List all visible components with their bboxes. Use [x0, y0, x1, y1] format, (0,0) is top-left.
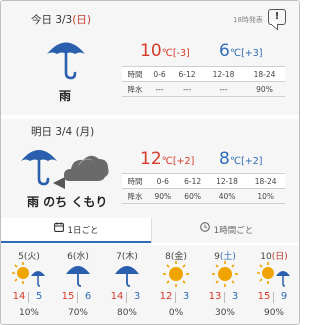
time-label: 時間 — [122, 173, 148, 189]
high-temp: 10℃[-3] — [140, 41, 190, 61]
period: 0-6 — [148, 66, 172, 82]
day-high: 14 — [110, 291, 124, 302]
day-card[interactable]: 10(日) 15 9 90% — [250, 245, 298, 324]
day-rain-chance: 80% — [116, 308, 137, 318]
calendar-icon — [53, 218, 64, 243]
day-rain-chance: 10% — [18, 308, 39, 318]
weekly-forecast: 5(火) 14 5 10% 6(水) 15 6 70% 7(木) 14 3 80… — [1, 245, 299, 324]
tomorrow-date: 明日 3/4 (月) — [31, 126, 95, 138]
rain-label: 降水 — [122, 81, 148, 97]
day-rain-chance: 30% — [214, 308, 235, 318]
umbrella-icon — [109, 260, 145, 292]
divider — [28, 292, 29, 303]
sun-umbrella-icon — [11, 260, 47, 292]
day-low: 3 — [231, 291, 239, 302]
day-high: 13 — [208, 291, 222, 302]
today-date: 今日 3/3(日) — [31, 14, 91, 26]
sun-icon — [207, 260, 243, 292]
divider — [77, 292, 78, 303]
rain-chance: --- — [148, 81, 172, 97]
divider — [273, 292, 274, 303]
rain-table: 時間 0-6 6-12 12-18 18-24 降水 90% 60% 40% 1… — [122, 173, 285, 204]
clock-icon — [199, 218, 210, 243]
warning-icon[interactable]: ! — [268, 9, 286, 25]
day-card[interactable]: 8(金) 12 3 0% — [152, 245, 200, 324]
day-high: 14 — [12, 291, 26, 302]
rain-chance: 40% — [207, 188, 247, 204]
sun-umbrella-icon — [256, 260, 292, 292]
day-rain-chance: 0% — [168, 308, 184, 318]
period: 18-24 — [246, 173, 285, 189]
period: 12-18 — [207, 173, 247, 189]
umbrella-icon — [45, 35, 87, 85]
sun-icon — [158, 260, 194, 292]
high-temp: 12℃[+2] — [140, 149, 195, 169]
day-card[interactable]: 9(土) 13 3 30% — [201, 245, 249, 324]
period: 0-6 — [148, 173, 178, 189]
weather-label: 雨 のち くもり — [27, 195, 108, 209]
day-card[interactable]: 6(水) 15 6 70% — [54, 245, 102, 324]
rain-chance: 60% — [177, 188, 208, 204]
divider — [126, 292, 127, 303]
rain-chance: --- — [203, 81, 244, 97]
divider — [224, 292, 225, 303]
rain-chance: --- — [171, 81, 204, 97]
tab-hourly[interactable]: 1時間ごと — [151, 218, 299, 243]
low-temp: 6℃[+3] — [219, 41, 263, 61]
period: 12-18 — [203, 66, 244, 82]
day-low: 9 — [280, 291, 288, 302]
tab-daily[interactable]: 1日ごと — [1, 218, 151, 243]
umbrella-then-cloud-icon — [19, 143, 111, 193]
day-high: 12 — [159, 291, 173, 302]
day-low: 5 — [35, 291, 43, 302]
day-low: 3 — [133, 291, 141, 302]
divider — [175, 292, 176, 303]
day-rain-chance: 90% — [263, 308, 284, 318]
day-card[interactable]: 5(火) 14 5 10% — [5, 245, 53, 324]
rain-table: 時間 0-6 6-12 12-18 18-24 降水 --- --- --- 9… — [122, 66, 285, 97]
day-high: 15 — [257, 291, 271, 302]
issued-time: 18時発表 — [233, 16, 263, 24]
tomorrow-section: 明日 3/4 (月) 雨 のち くもり 12℃[+2] 8℃[+2] 時間 0-… — [1, 119, 299, 218]
today-section: 今日 3/3(日) 18時発表 ! 雨 10℃[-3] 6℃[+3] 時間 0-… — [1, 1, 299, 115]
day-card[interactable]: 7(木) 14 3 80% — [103, 245, 151, 324]
umbrella-icon — [60, 260, 96, 292]
period: 6-12 — [171, 66, 204, 82]
day-low: 3 — [182, 291, 190, 302]
rain-chance: 90% — [244, 81, 285, 97]
view-tabs: 1日ごと 1時間ごと — [1, 218, 299, 243]
rain-chance: 90% — [148, 188, 178, 204]
low-temp: 8℃[+2] — [219, 149, 263, 169]
weather-label: 雨 — [59, 89, 72, 103]
period: 18-24 — [244, 66, 285, 82]
time-label: 時間 — [122, 66, 148, 82]
day-low: 6 — [84, 291, 92, 302]
rain-label: 降水 — [122, 188, 148, 204]
rain-chance: 10% — [246, 188, 285, 204]
forecast-widget: 今日 3/3(日) 18時発表 ! 雨 10℃[-3] 6℃[+3] 時間 0-… — [0, 0, 300, 325]
period: 6-12 — [177, 173, 208, 189]
day-high: 15 — [61, 291, 75, 302]
day-rain-chance: 70% — [67, 308, 88, 318]
